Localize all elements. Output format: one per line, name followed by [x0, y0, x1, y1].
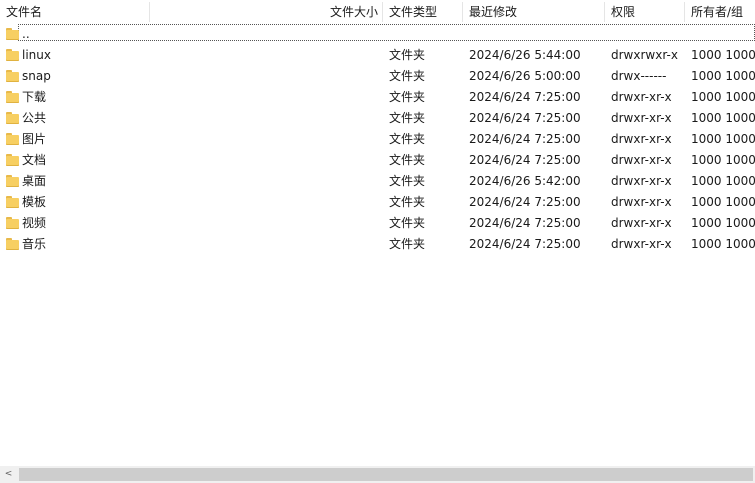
file-type: 文件夹: [389, 174, 426, 188]
file-row[interactable]: 音乐 文件夹 2024/6/24 7:25:00 drwxr-xr-x 1000 100…: [0, 234, 755, 255]
folder-icon: [6, 217, 19, 229]
file-modified: 2024/6/26 5:44:00: [469, 48, 581, 62]
file-type: 文件夹: [389, 153, 426, 167]
file-modified: 2024/6/24 7:25:00: [469, 237, 581, 251]
file-name: 视频: [22, 216, 47, 230]
file-name: 音乐: [22, 237, 47, 251]
column-header-permissions[interactable]: 权限: [611, 0, 681, 24]
file-modified: [469, 24, 604, 45]
file-permissions: drwxrwxr-x: [611, 48, 678, 62]
file-row[interactable]: linux 文件夹 2024/6/26 5:44:00 drwxrwxr-x 1000 …: [0, 45, 755, 66]
file-owner-group: 1000 1000: [691, 153, 755, 167]
file-type: 文件夹: [389, 48, 426, 62]
file-permissions: drwxr-xr-x: [611, 132, 672, 146]
file-owner-group: 1000 1000: [691, 216, 755, 230]
folder-icon: [6, 196, 19, 208]
file-type: 文件夹: [389, 237, 426, 251]
column-header-modified[interactable]: 最近修改: [469, 0, 599, 24]
file-modified: 2024/6/24 7:25:00: [469, 216, 581, 230]
file-row[interactable]: 图片 文件夹 2024/6/24 7:25:00 drwxr-xr-x 1000 100…: [0, 129, 755, 150]
file-row[interactable]: 视频 文件夹 2024/6/24 7:25:00 drwxr-xr-x 1000 100…: [0, 213, 755, 234]
file-permissions: drwxr-xr-x: [611, 153, 672, 167]
file-permissions: drwxr-xr-x: [611, 174, 672, 188]
file-name: ..: [22, 27, 30, 41]
file-type: 文件夹: [389, 69, 426, 83]
file-name: linux: [22, 48, 51, 62]
file-permissions: drwxr-xr-x: [611, 111, 672, 125]
file-row[interactable]: 模板 文件夹 2024/6/24 7:25:00 drwxr-xr-x 1000 100…: [0, 192, 755, 213]
file-modified: 2024/6/24 7:25:00: [469, 153, 581, 167]
file-type: 文件夹: [389, 195, 426, 209]
column-header-owner-group[interactable]: 所有者/组: [691, 0, 755, 24]
column-divider[interactable]: [382, 2, 383, 22]
file-modified: 2024/6/26 5:42:00: [469, 174, 581, 188]
file-type: 文件夹: [389, 216, 426, 230]
file-permissions: drwxr-xr-x: [611, 237, 672, 251]
folder-icon: [6, 70, 19, 82]
file-owner-group: 1000 1000: [691, 195, 755, 209]
file-permissions: drwxr-xr-x: [611, 90, 672, 104]
file-row[interactable]: 文档 文件夹 2024/6/24 7:25:00 drwxr-xr-x 1000 100…: [0, 150, 755, 171]
file-owner-group: 1000 1000: [691, 174, 755, 188]
file-name: 桌面: [22, 174, 47, 188]
file-name: 图片: [22, 132, 47, 146]
file-permissions: drwxr-xr-x: [611, 216, 672, 230]
file-permissions: [611, 24, 686, 45]
file-permissions: drwx------: [611, 69, 667, 83]
file-owner-group: 1000 1000: [691, 132, 755, 146]
file-modified: 2024/6/24 7:25:00: [469, 195, 581, 209]
file-type: 文件夹: [389, 90, 426, 104]
file-name: 公共: [22, 111, 47, 125]
column-header-filesize[interactable]: 文件大小: [150, 0, 378, 24]
folder-icon: [6, 175, 19, 187]
folder-icon: [6, 238, 19, 250]
file-name: 模板: [22, 195, 47, 209]
file-permissions: drwxr-xr-x: [611, 195, 672, 209]
file-owner-group: 1000 1000: [691, 237, 755, 251]
column-divider[interactable]: [684, 2, 685, 22]
sort-ascending-icon: ^: [69, 0, 77, 7]
folder-icon: [6, 91, 19, 103]
file-type: [389, 24, 459, 45]
file-owner-group: 1000 1000: [691, 48, 755, 62]
file-modified: 2024/6/24 7:25:00: [469, 90, 581, 104]
parent-directory-row[interactable]: ..: [0, 24, 755, 45]
file-name: 下载: [22, 90, 47, 104]
file-owner-group: 1000 1000: [691, 111, 755, 125]
folder-icon: [6, 112, 19, 124]
folder-icon: [6, 133, 19, 145]
file-row[interactable]: 公共 文件夹 2024/6/24 7:25:00 drwxr-xr-x 1000 100…: [0, 108, 755, 129]
file-owner-group: 1000 1000: [691, 69, 755, 83]
file-type: 文件夹: [389, 132, 426, 146]
column-divider[interactable]: [462, 2, 463, 22]
file-row[interactable]: 桌面 文件夹 2024/6/26 5:42:00 drwxr-xr-x 1000 100…: [0, 171, 755, 192]
file-modified: 2024/6/24 7:25:00: [469, 132, 581, 146]
file-owner-group: [691, 24, 755, 45]
file-list: .. linux 文件夹 2024/6/26 5:44:00 drwxrwxr-x 100…: [0, 24, 755, 255]
file-row[interactable]: snap 文件夹 2024/6/26 5:00:00 drwx------ 1000 1…: [0, 66, 755, 87]
file-modified: 2024/6/26 5:00:00: [469, 69, 581, 83]
scroll-left-arrow-icon[interactable]: <: [0, 466, 17, 483]
file-row[interactable]: 下载 文件夹 2024/6/24 7:25:00 drwxr-xr-x 1000 100…: [0, 87, 755, 108]
file-owner-group: 1000 1000: [691, 90, 755, 104]
file-modified: 2024/6/24 7:25:00: [469, 111, 581, 125]
file-type: 文件夹: [389, 111, 426, 125]
file-name: snap: [22, 69, 51, 83]
folder-icon: [6, 28, 19, 40]
column-header-filetype[interactable]: 文件类型: [389, 0, 459, 24]
folder-icon: [6, 154, 19, 166]
folder-icon: [6, 49, 19, 61]
scrollbar-thumb[interactable]: [19, 468, 753, 481]
horizontal-scrollbar[interactable]: <: [0, 466, 755, 483]
file-list-header: 文件名 ^ 文件大小 文件类型 最近修改 权限 所有者/组: [0, 0, 755, 24]
column-divider[interactable]: [604, 2, 605, 22]
file-name: 文档: [22, 153, 47, 167]
